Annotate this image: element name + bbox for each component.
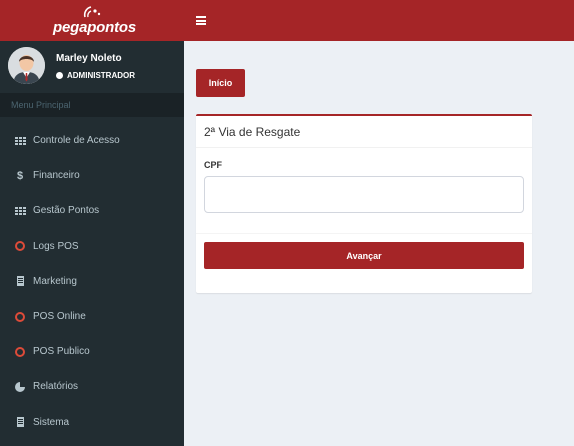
sidebar-item-label: Marketing [33, 275, 77, 287]
user-role: ADMINISTRADOR [56, 71, 135, 80]
avancar-button[interactable]: Avançar [204, 242, 524, 269]
pie-chart-icon [14, 381, 26, 393]
sidebar: Marley Noleto ADMINISTRADOR Menu Princip… [0, 41, 184, 446]
brand-logo[interactable]: pegapontos [0, 0, 184, 41]
sidebar-item-label: POS Online [33, 311, 86, 323]
brand-name: pegapontos [53, 19, 136, 36]
dollar-icon: $ [16, 169, 24, 182]
circle-icon [14, 240, 26, 252]
sidebar-item-pos-online[interactable]: POS Online [0, 299, 184, 334]
resgate-panel: 2ª Via de Resgate CPF Avançar [196, 114, 532, 293]
sidebar-item-label: Financeiro [33, 170, 80, 182]
cpf-label: CPF [204, 160, 222, 170]
hamburger-icon[interactable] [196, 16, 206, 25]
sidebar-item-controle-de-acesso[interactable]: Controle de Acesso [0, 123, 184, 158]
grid-icon [14, 135, 26, 147]
menu-section-header: Menu Principal [0, 93, 184, 117]
user-panel: Marley Noleto ADMINISTRADOR [0, 41, 184, 93]
sidebar-item-label: Relatórios [33, 381, 79, 393]
sidebar-item-label: Gestão Pontos [33, 205, 100, 217]
user-role-label: ADMINISTRADOR [67, 71, 135, 80]
sidebar-item-pos-publico[interactable]: POS Publico [0, 334, 184, 369]
cpf-input[interactable] [204, 176, 524, 213]
circle-icon [14, 346, 26, 358]
sidebar-item-label: Logs POS [33, 240, 79, 252]
online-status-icon [56, 72, 63, 79]
building-icon [14, 416, 26, 428]
sidebar-item-sistema[interactable]: Sistema [0, 405, 184, 440]
panel-title: 2ª Via de Resgate [204, 125, 301, 139]
grid-icon [14, 205, 26, 217]
user-name: Marley Noleto [56, 53, 122, 64]
panel-divider [196, 147, 532, 148]
sidebar-item-label: Sistema [33, 416, 70, 428]
inicio-button[interactable]: Início [196, 69, 245, 97]
top-navbar: pegapontos [0, 0, 574, 41]
signal-arc-icon [83, 6, 101, 18]
panel-footer-divider [196, 233, 532, 234]
circle-icon [14, 311, 26, 323]
avatar [8, 47, 45, 84]
sidebar-item-label: Controle de Acesso [33, 135, 120, 147]
user-avatar-icon [8, 47, 45, 84]
sidebar-item-relatorios[interactable]: Relatórios [0, 369, 184, 404]
sidebar-item-marketing[interactable]: Marketing [0, 264, 184, 299]
sidebar-item-logs-pos[interactable]: Logs POS [0, 229, 184, 264]
building-icon [14, 275, 26, 287]
sidebar-item-financeiro[interactable]: $ Financeiro [0, 158, 184, 193]
sidebar-item-label: POS Publico [33, 346, 90, 358]
sidebar-item-gestao-pontos[interactable]: Gestão Pontos [0, 193, 184, 228]
sidebar-menu: Controle de Acesso $ Financeiro Gestão P… [0, 123, 184, 440]
